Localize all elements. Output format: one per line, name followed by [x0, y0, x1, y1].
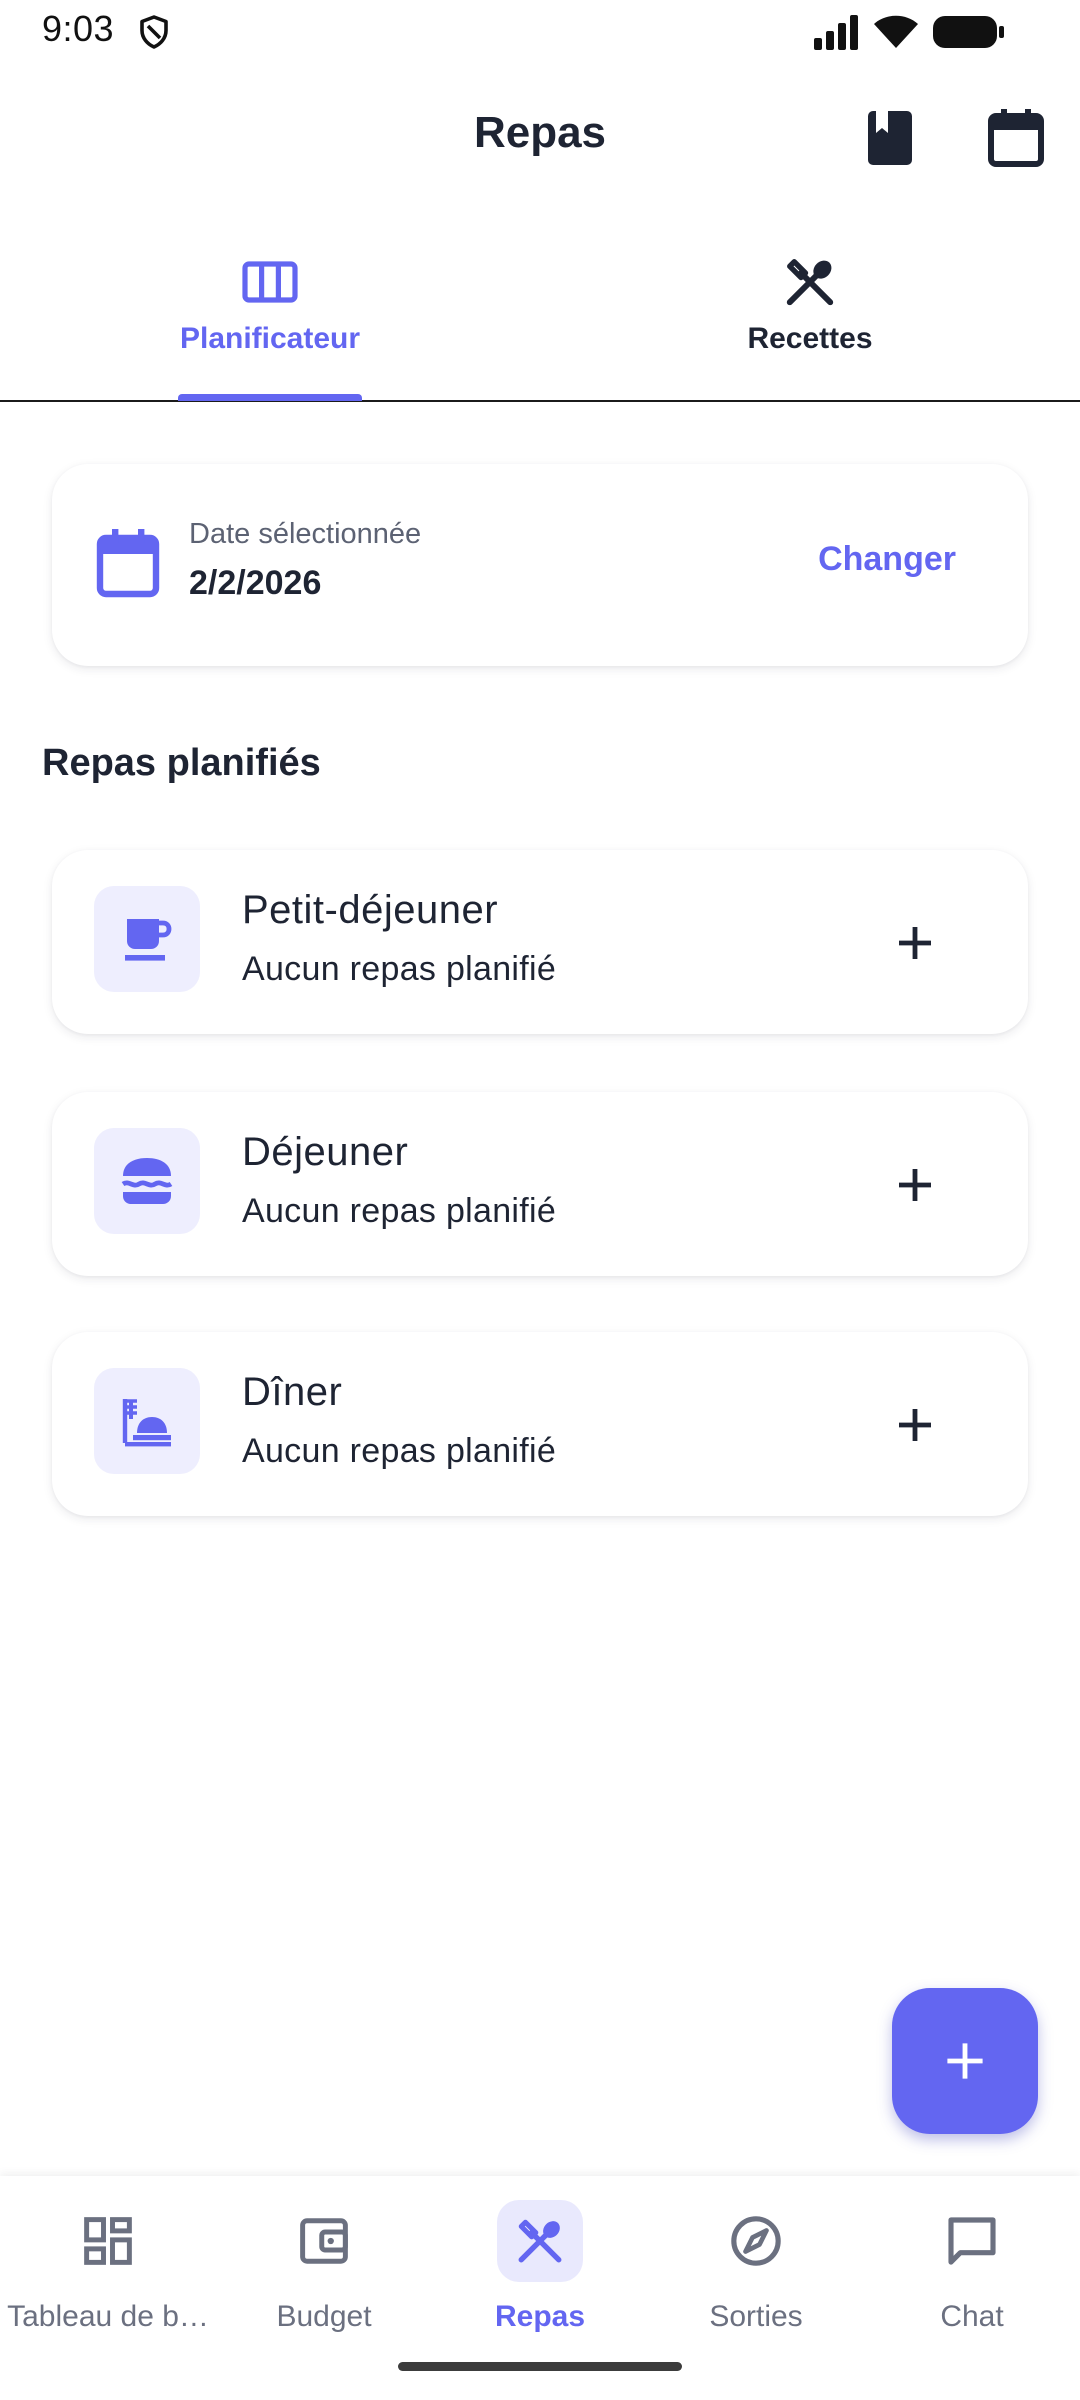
meal-card-breakfast[interactable]: Petit-déjeuner Aucun repas planifié [52, 850, 1028, 1034]
change-date-button[interactable]: Changer [818, 540, 956, 579]
tab-recettes[interactable]: Recettes [540, 230, 1080, 400]
meal-name: Déjeuner [242, 1130, 409, 1174]
recipe-book-button[interactable] [854, 102, 926, 174]
calendar-icon [988, 109, 1044, 167]
app-bar: Repas [0, 80, 1080, 190]
meal-card-lunch[interactable]: Déjeuner Aucun repas planifié [52, 1092, 1028, 1276]
meal-card-dinner[interactable]: Dîner Aucun repas planifié [52, 1332, 1028, 1516]
home-indicator[interactable] [398, 2362, 682, 2371]
meal-icon-container [94, 1368, 200, 1474]
chat-icon [948, 2217, 996, 2265]
nav-label: Sorties [709, 2300, 803, 2333]
shield-icon [140, 15, 168, 49]
calendar-button[interactable] [980, 102, 1052, 174]
tab-indicator [178, 394, 362, 401]
add-dinner-button[interactable] [872, 1382, 958, 1468]
nav-item-chat[interactable]: Chat [864, 2176, 1080, 2376]
meal-icon-container [94, 886, 200, 992]
add-lunch-button[interactable] [872, 1142, 958, 1228]
fork-knife-icon [518, 2219, 562, 2263]
meal-status: Aucun repas planifié [242, 950, 557, 988]
tab-planificateur[interactable]: Planificateur [0, 230, 540, 401]
selected-date: 2/2/2026 [189, 564, 322, 602]
battery-icon [933, 16, 1004, 48]
meal-status: Aucun repas planifié [242, 1432, 557, 1470]
nav-label: Tableau de b… [7, 2300, 209, 2333]
calendar-icon [96, 529, 160, 598]
nav-item-sorties[interactable]: Sorties [648, 2176, 864, 2376]
plus-icon [899, 1169, 931, 1201]
nav-item-budget[interactable]: Budget [216, 2176, 432, 2376]
add-meal-fab[interactable] [892, 1988, 1038, 2134]
nav-label: Budget [276, 2300, 372, 2333]
view-week-icon [242, 261, 298, 303]
meal-status: Aucun repas planifié [242, 1192, 557, 1230]
nav-item-dashboard[interactable]: Tableau de b… [0, 2176, 216, 2376]
section-title: Repas planifiés [42, 742, 321, 784]
meal-name: Dîner [242, 1370, 343, 1414]
tab-bar: Planificateur Recettes [0, 230, 1080, 402]
meal-icon-container [94, 1128, 200, 1234]
status-bar: 9:03 [0, 0, 1080, 66]
active-indicator [497, 2200, 583, 2282]
burger-icon [121, 1158, 173, 1204]
fork-knife-icon [786, 259, 834, 306]
wifi-icon [874, 15, 918, 48]
meal-name: Petit-déjeuner [242, 888, 499, 932]
nav-label: Chat [940, 2300, 1004, 2333]
plus-icon [899, 927, 931, 959]
book-icon [868, 111, 912, 165]
date-caption: Date sélectionnée [189, 518, 422, 550]
selected-date-card: Date sélectionnée 2/2/2026 Changer [52, 464, 1028, 666]
dashboard-icon [84, 2217, 132, 2265]
plus-icon [947, 2043, 983, 2079]
tab-label: Planificateur [179, 322, 361, 355]
add-breakfast-button[interactable] [872, 900, 958, 986]
cell-signal-icon [814, 15, 858, 50]
wallet-icon [300, 2218, 348, 2264]
nav-item-repas[interactable]: Repas [432, 2176, 648, 2376]
dinner-icon [122, 1399, 171, 1447]
status-time: 9:03 [42, 8, 115, 49]
plus-icon [899, 1409, 931, 1441]
nav-label: Repas [494, 2300, 586, 2333]
tab-label: Recettes [747, 322, 873, 355]
coffee-icon [125, 919, 172, 961]
compass-icon [731, 2216, 781, 2266]
